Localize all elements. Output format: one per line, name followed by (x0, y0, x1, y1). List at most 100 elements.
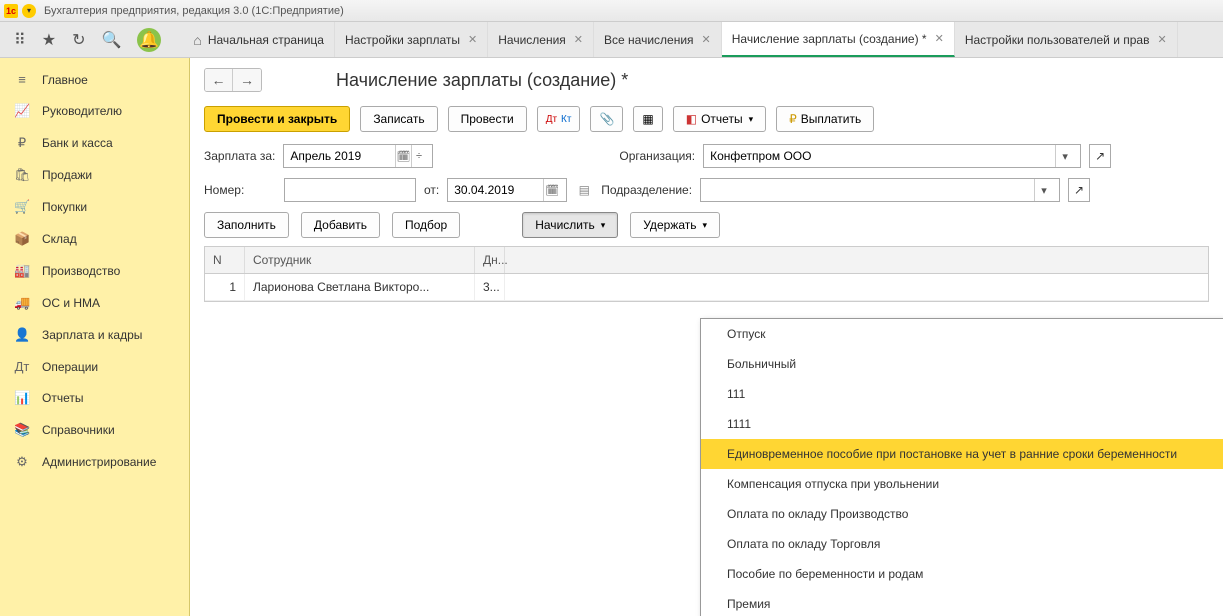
dropdown-item[interactable]: Премия (701, 589, 1223, 616)
note-icon: ▤ (575, 183, 593, 197)
tab[interactable]: Настройки пользователей и прав✕ (955, 22, 1178, 57)
command-toolbar: Провести и закрыть Записать Провести ДтК… (204, 106, 1209, 132)
sidebar-item[interactable]: 📚Справочники (0, 414, 189, 446)
tab[interactable]: Начисление зарплаты (создание) * ✕ (722, 22, 955, 57)
nav-back-button[interactable]: ← (205, 69, 233, 91)
sidebar-item-label: ОС и НМА (42, 296, 100, 310)
home-icon: ⌂ (193, 32, 201, 48)
tab[interactable]: Все начисления ✕ (594, 22, 722, 57)
dropdown-item[interactable]: Компенсация отпуска при увольнении (701, 469, 1223, 499)
app-logo-icon: 1c (4, 4, 18, 18)
dropdown-item[interactable]: 111 (701, 379, 1223, 409)
chevron-down-icon[interactable]: ▾ (1055, 145, 1074, 167)
col-n: N (205, 247, 245, 273)
sidebar-item[interactable]: ₽Банк и касса (0, 127, 189, 159)
number-input[interactable] (291, 179, 409, 201)
dropdown-item[interactable]: Единовременное пособие при постановке на… (701, 439, 1223, 469)
dropdown-item[interactable]: 1111 (701, 409, 1223, 439)
save-button[interactable]: Записать (360, 106, 437, 132)
dept-input[interactable] (707, 179, 1034, 201)
dtkt-icon[interactable]: ДтКт (537, 106, 581, 132)
org-field[interactable]: ▾ (703, 144, 1081, 168)
close-icon[interactable]: ✕ (1157, 33, 1166, 46)
sidebar-item[interactable]: 👤Зарплата и кадры (0, 319, 189, 351)
form-row-1: Зарплата за: 🗓 ÷ Организация: ▾ ↗ (204, 144, 1209, 168)
sidebar: ≡ Главное 📈Руководителю₽Банк и касса🛍Прода… (0, 58, 190, 616)
calendar-icon[interactable]: 🗓 (395, 145, 411, 167)
cell-n: 1 (205, 274, 245, 300)
structure-icon[interactable]: ▦ (633, 106, 662, 132)
fill-button[interactable]: Заполнить (204, 212, 289, 238)
dept-field[interactable]: ▾ (700, 178, 1060, 202)
window-title-bar: 1c ▾ Бухгалтерия предприятия, редакция 3… (0, 0, 1223, 22)
org-input[interactable] (710, 145, 1055, 167)
tab-label: Начальная страница (208, 33, 324, 47)
sidebar-item[interactable]: 📈Руководителю (0, 95, 189, 127)
sidebar-item-label: Зарплата и кадры (42, 328, 142, 342)
salary-for-input[interactable] (290, 145, 395, 167)
apps-icon[interactable]: ⠿ (14, 30, 26, 50)
star-icon[interactable]: ★ (42, 30, 56, 50)
dropdown-item[interactable]: Больничный (701, 349, 1223, 379)
search-icon[interactable]: 🔍 (101, 30, 121, 50)
number-field[interactable] (284, 178, 416, 202)
sidebar-item[interactable]: ⚙Администрирование (0, 446, 189, 478)
sidebar-item[interactable]: 🏭Производство (0, 255, 189, 287)
withhold-button[interactable]: Удержать ▾ (630, 212, 720, 238)
table-header: N Сотрудник Дн... (205, 247, 1208, 274)
sidebar-item[interactable]: ДтОперации (0, 351, 189, 382)
bell-icon[interactable]: 🔔 (137, 28, 161, 52)
stepper-icon[interactable]: ÷ (411, 145, 427, 167)
tab[interactable]: Настройки зарплаты✕ (335, 22, 488, 57)
sidebar-item[interactable]: 📦Склад (0, 223, 189, 255)
open-icon[interactable]: ↗ (1068, 178, 1090, 202)
dropdown-item[interactable]: Оплата по окладу Торговля (701, 529, 1223, 559)
org-label: Организация: (619, 149, 695, 163)
accrue-button[interactable]: Начислить ▾ (522, 212, 618, 238)
nav-back-forward: ← → (204, 68, 262, 92)
tab[interactable]: Начисления✕ (488, 22, 594, 57)
salary-for-field[interactable]: 🗓 ÷ (283, 144, 433, 168)
nav-forward-button[interactable]: → (233, 69, 261, 91)
pick-button[interactable]: Подбор (392, 212, 460, 238)
dropdown-item[interactable]: Пособие по беременности и родам (701, 559, 1223, 589)
dept-label: Подразделение: (601, 183, 692, 197)
close-icon[interactable]: ✕ (935, 32, 944, 45)
tab[interactable]: ⌂ Начальная страница (183, 22, 335, 57)
title-dropdown-icon[interactable]: ▾ (22, 4, 36, 18)
sidebar-item[interactable]: 🚚ОС и НМА (0, 287, 189, 319)
sidebar-item-label: Главное (42, 73, 88, 87)
history-icon[interactable]: ↻ (72, 30, 85, 50)
table-row[interactable]: 1Ларионова Светлана Викторо...3... (205, 274, 1208, 301)
close-icon[interactable]: ✕ (702, 33, 711, 46)
post-and-close-button[interactable]: Провести и закрыть (204, 106, 350, 132)
calendar-icon[interactable]: 🗓 (543, 179, 560, 201)
sidebar-item-icon: ⚙ (14, 454, 30, 470)
sidebar-item-icon: 📦 (14, 231, 30, 247)
tab-label: Все начисления (604, 33, 694, 47)
pay-button[interactable]: ₽ Выплатить (776, 106, 874, 132)
tab-label: Начисление зарплаты (создание) * (732, 32, 927, 46)
sidebar-item[interactable]: 🛒Покупки (0, 191, 189, 223)
attach-icon[interactable]: 📎 (590, 106, 623, 132)
dropdown-item[interactable]: Отпуск (701, 319, 1223, 349)
sidebar-item[interactable]: 📊Отчеты (0, 382, 189, 414)
sidebar-item[interactable]: 🛍Продажи (0, 159, 189, 191)
sidebar-item-icon: ≡ (14, 72, 30, 87)
sidebar-item-label: Операции (42, 360, 98, 374)
date-field[interactable]: 🗓 (447, 178, 567, 202)
chevron-down-icon[interactable]: ▾ (1034, 179, 1053, 201)
post-button[interactable]: Провести (448, 106, 527, 132)
from-label: от: (424, 183, 439, 197)
date-input[interactable] (454, 179, 543, 201)
close-icon[interactable]: ✕ (574, 33, 583, 46)
close-icon[interactable]: ✕ (468, 33, 477, 46)
open-icon[interactable]: ↗ (1089, 144, 1111, 168)
table-actions: Заполнить Добавить Подбор Начислить ▾ Уд… (204, 212, 1209, 238)
reports-button[interactable]: ◧ Отчеты ▾ (673, 106, 766, 132)
pay-label: Выплатить (801, 112, 862, 126)
accrue-dropdown: ОтпускБольничный1111111Единовременное по… (700, 318, 1223, 616)
dropdown-item[interactable]: Оплата по окладу Производство (701, 499, 1223, 529)
add-button[interactable]: Добавить (301, 212, 380, 238)
sidebar-item[interactable]: ≡ Главное (0, 64, 189, 95)
